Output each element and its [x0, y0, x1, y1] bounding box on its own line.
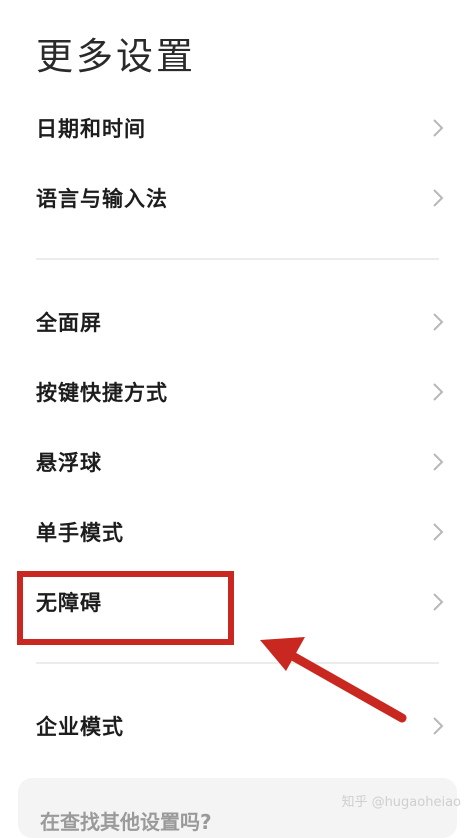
chevron-right-icon	[433, 189, 444, 207]
settings-item-date-time[interactable]: 日期和时间	[0, 93, 475, 163]
section-divider	[36, 258, 439, 260]
chevron-right-icon	[433, 383, 444, 401]
watermark: 知乎 @hugaoheiao	[341, 795, 461, 810]
settings-item-label: 单手模式	[36, 521, 124, 545]
section-divider	[36, 662, 439, 664]
settings-item-label: 语言与输入法	[36, 187, 168, 211]
chevron-right-icon	[433, 593, 444, 611]
chevron-right-icon	[433, 453, 444, 471]
settings-item-floating-ball[interactable]: 悬浮球	[0, 427, 475, 497]
chevron-right-icon	[433, 523, 444, 541]
settings-item-label: 全面屏	[36, 311, 102, 335]
settings-item-one-handed-mode[interactable]: 单手模式	[0, 497, 475, 567]
page-title: 更多设置	[36, 35, 196, 78]
chevron-right-icon	[433, 313, 444, 331]
search-other-settings-label: 在查找其他设置吗?	[40, 810, 212, 834]
settings-item-full-screen[interactable]: 全面屏	[0, 287, 475, 357]
settings-item-label: 日期和时间	[36, 117, 146, 141]
settings-item-label: 按键快捷方式	[36, 381, 168, 405]
settings-item-enterprise-mode[interactable]: 企业模式	[0, 691, 475, 761]
settings-item-language-input[interactable]: 语言与输入法	[0, 163, 475, 233]
annotation-highlight-box	[17, 571, 234, 645]
settings-item-button-shortcuts[interactable]: 按键快捷方式	[0, 357, 475, 427]
chevron-right-icon	[433, 119, 444, 137]
settings-item-label: 企业模式	[36, 715, 124, 739]
chevron-right-icon	[433, 717, 444, 735]
settings-item-label: 悬浮球	[36, 451, 102, 475]
